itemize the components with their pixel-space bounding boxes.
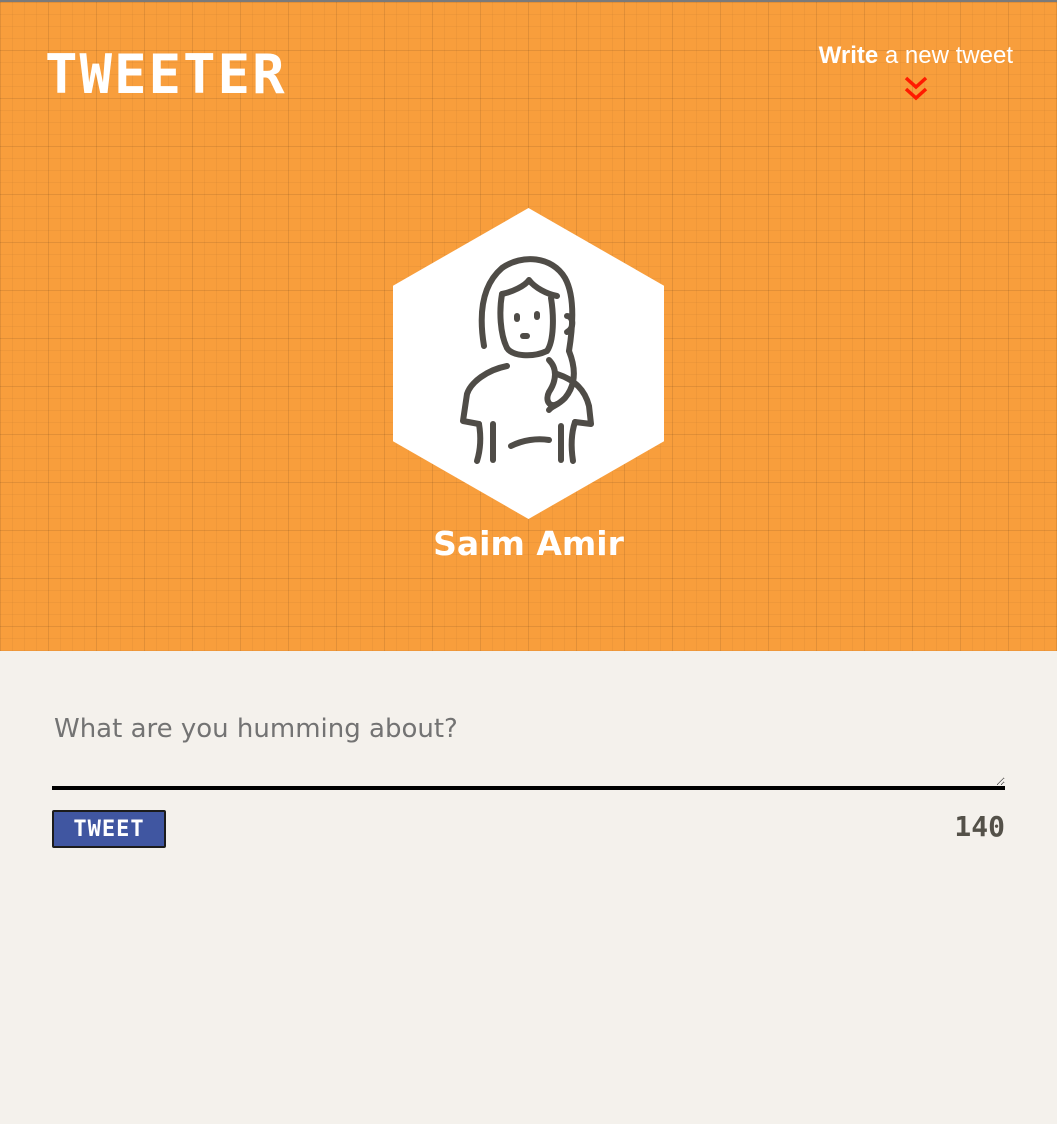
brand-logo[interactable]: TWEETER (45, 48, 287, 102)
avatar (393, 208, 664, 519)
character-counter: 140 (954, 810, 1005, 843)
write-new-tweet-toggle[interactable]: Write a new tweet (819, 42, 1013, 103)
profile-header: TWEETER Write a new tweet Saim Amir (0, 0, 1057, 651)
write-label-rest: a new tweet (878, 42, 1013, 69)
double-chevron-down-icon[interactable] (903, 75, 929, 103)
write-label-strong: Write (818, 42, 879, 69)
tweet-submit-button[interactable]: TWEET (52, 810, 166, 848)
compose-footer: TWEET 140 (52, 810, 1005, 850)
new-tweet-form: TWEET 140 (52, 704, 1005, 850)
tweet-text-input[interactable] (52, 704, 1005, 790)
profile-name: Saim Amir (433, 524, 624, 563)
user-avatar-icon (460, 256, 594, 464)
write-new-tweet-label: Write a new tweet (819, 42, 1013, 71)
